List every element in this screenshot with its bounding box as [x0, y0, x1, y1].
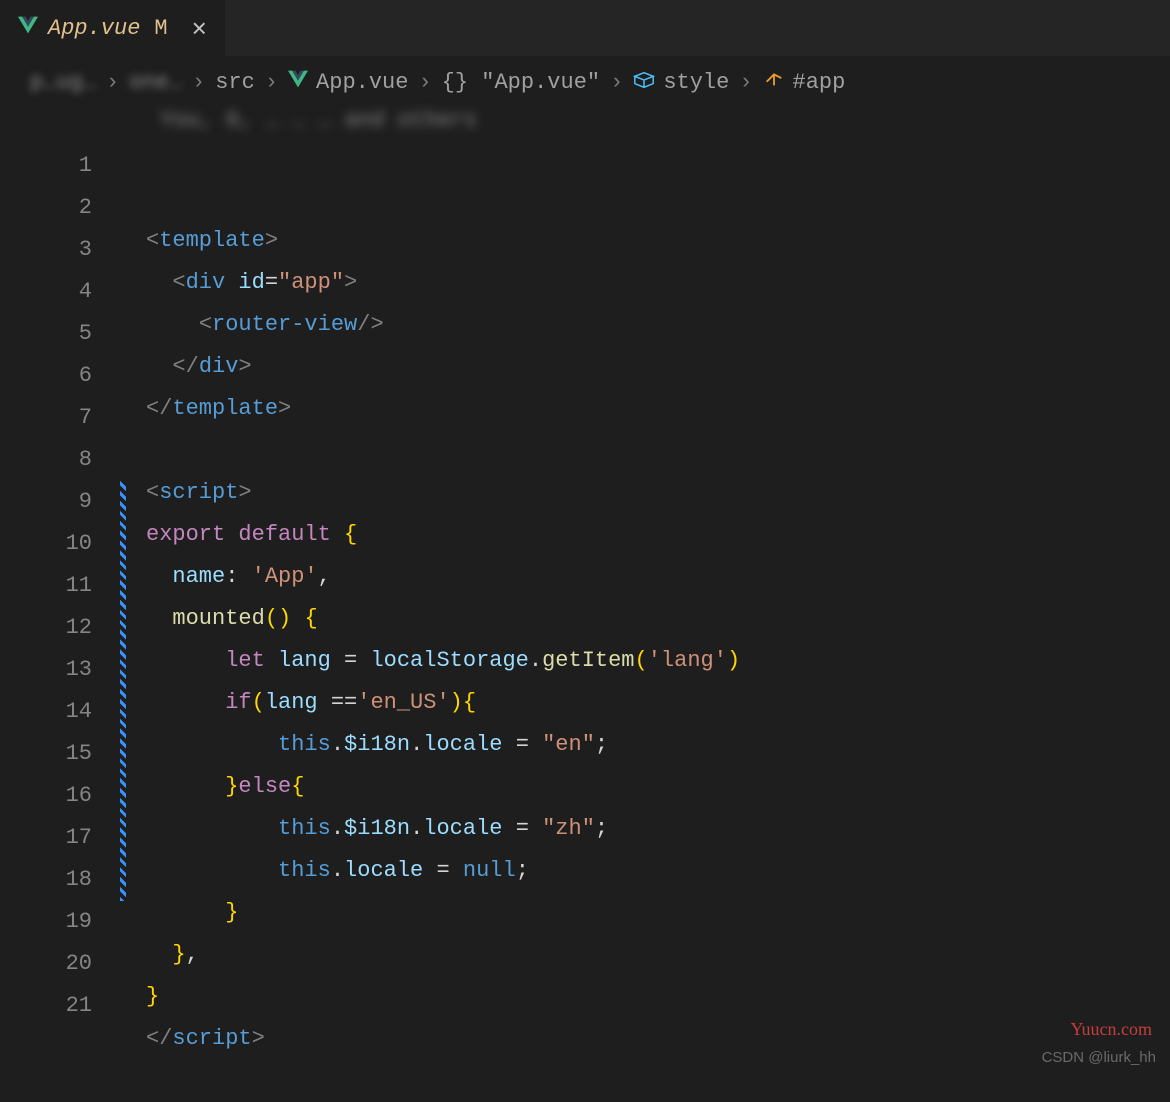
watermark-csdn: CSDN @liurk_hh [1042, 1049, 1156, 1066]
vue-icon [288, 70, 308, 95]
breadcrumb-seg-style[interactable]: style [633, 70, 729, 95]
chevron-right-icon: › [739, 70, 752, 95]
line-number: 13 [0, 649, 92, 691]
line-number: 1 [0, 145, 92, 187]
code-line[interactable]: <router-view/> [146, 304, 740, 346]
line-number: 3 [0, 229, 92, 271]
breadcrumb-seg-app[interactable]: #app [763, 70, 846, 95]
close-icon[interactable]: × [192, 13, 207, 44]
code-line[interactable]: this.$i18n.locale = "en"; [146, 724, 740, 766]
code-line[interactable]: }, [146, 934, 740, 976]
modified-line-marker [120, 481, 126, 901]
codelens-blurred: You, 8, … … … and others [140, 103, 1170, 139]
line-number: 20 [0, 943, 92, 985]
chevron-right-icon: › [106, 70, 119, 95]
vue-icon [18, 16, 38, 41]
line-number: 17 [0, 817, 92, 859]
line-number: 14 [0, 691, 92, 733]
line-number: 16 [0, 775, 92, 817]
breadcrumb-seg-blurred-1[interactable]: p…ug… [30, 70, 96, 95]
code-line[interactable]: this.$i18n.locale = "zh"; [146, 808, 740, 850]
line-number: 4 [0, 271, 92, 313]
line-number-gutter: 1 2 3 4 5 6 7 8 9 10 11 12 13 14 15 16 1… [0, 145, 120, 1102]
line-number: 2 [0, 187, 92, 229]
breadcrumb-seg-file[interactable]: App.vue [288, 70, 408, 95]
chevron-right-icon: › [418, 70, 431, 95]
breadcrumb-seg-src[interactable]: src [215, 70, 255, 95]
code-line[interactable]: }else{ [146, 766, 740, 808]
code-editor[interactable]: 1 2 3 4 5 6 7 8 9 10 11 12 13 14 15 16 1… [0, 139, 1170, 1102]
chevron-right-icon: › [610, 70, 623, 95]
code-line[interactable]: export default { [146, 514, 740, 556]
code-line[interactable]: if(lang =='en_US'){ [146, 682, 740, 724]
code-line[interactable]: this.locale = null; [146, 850, 740, 892]
line-number: 10 [0, 523, 92, 565]
line-number: 11 [0, 565, 92, 607]
line-number: 7 [0, 397, 92, 439]
editor-tab-app-vue[interactable]: App.vue M × [0, 0, 225, 56]
breadcrumb-seg-symbol[interactable]: {} "App.vue" [442, 70, 600, 95]
code-line[interactable]: let lang = localStorage.getItem('lang') [146, 640, 740, 682]
line-number: 19 [0, 901, 92, 943]
code-line[interactable]: name: 'App', [146, 556, 740, 598]
line-number: 5 [0, 313, 92, 355]
selector-icon [763, 70, 785, 95]
line-number: 21 [0, 985, 92, 1027]
line-number: 6 [0, 355, 92, 397]
code-line[interactable] [146, 430, 740, 472]
code-line[interactable]: } [146, 892, 740, 934]
tab-filename: App.vue [48, 16, 140, 41]
line-number: 12 [0, 607, 92, 649]
code-line[interactable] [146, 1060, 740, 1102]
block-icon [633, 70, 655, 95]
tab-bar: App.vue M × [0, 0, 1170, 56]
tab-modified-indicator: M [154, 16, 167, 41]
chevron-right-icon: › [265, 70, 278, 95]
watermark-yuucn: Yuucn.com [1071, 1019, 1152, 1040]
code-line[interactable]: </script> [146, 1018, 740, 1060]
chevron-right-icon: › [192, 70, 205, 95]
breadcrumb: p…ug… › one… › src › App.vue › {} "App.v… [0, 56, 1170, 103]
line-number: 8 [0, 439, 92, 481]
code-line[interactable]: </template> [146, 388, 740, 430]
line-number: 18 [0, 859, 92, 901]
line-number: 15 [0, 733, 92, 775]
code-line[interactable]: <template> [146, 220, 740, 262]
code-line[interactable]: } [146, 976, 740, 1018]
code-line[interactable]: </div> [146, 346, 740, 388]
line-number: 9 [0, 481, 92, 523]
git-change-gutter [120, 145, 126, 1102]
code-area[interactable]: <template> <div id="app"> <router-view/>… [126, 145, 740, 1102]
code-line[interactable]: <script> [146, 472, 740, 514]
code-line[interactable]: mounted() { [146, 598, 740, 640]
code-line[interactable]: <div id="app"> [146, 262, 740, 304]
breadcrumb-seg-blurred-2[interactable]: one… [129, 70, 182, 95]
